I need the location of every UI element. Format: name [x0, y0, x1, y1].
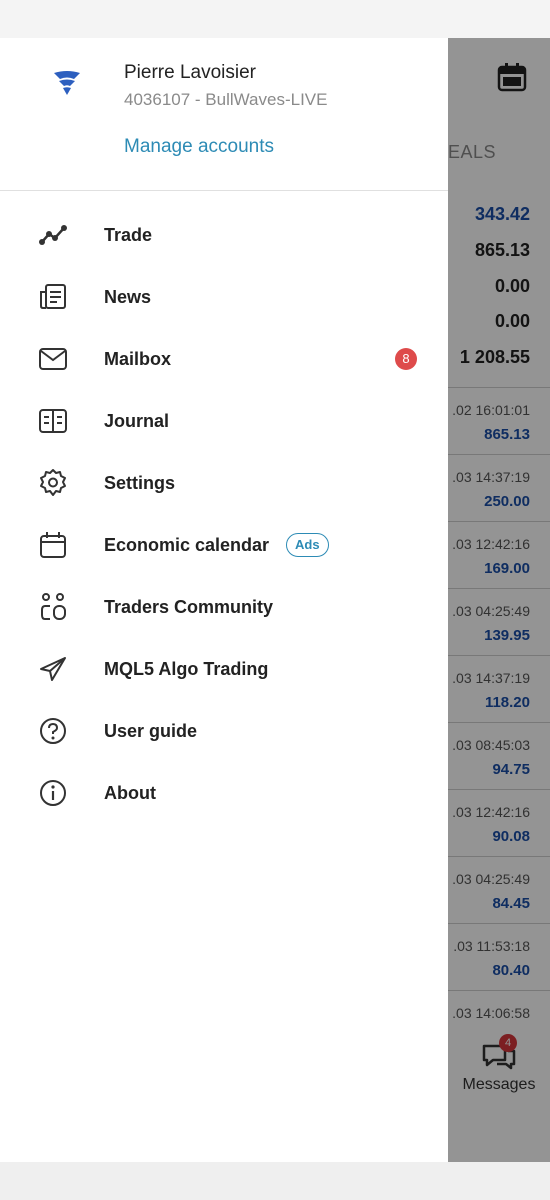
calendar-icon	[38, 530, 68, 560]
deal-time: .03 04:25:49	[452, 603, 530, 619]
divider	[448, 923, 550, 924]
deal-value: 250.00	[484, 493, 530, 510]
unread-badge: 8	[395, 348, 417, 370]
calendar-toolbar-icon[interactable]	[497, 62, 527, 92]
trade-chart-icon	[38, 220, 68, 250]
deal-value: 80.40	[492, 962, 530, 979]
summary-value: 0.00	[494, 276, 530, 296]
messages-icon: 4	[481, 1034, 517, 1070]
divider	[448, 454, 550, 455]
account-number: 4036107 - BullWaves-LIVE	[124, 90, 328, 109]
deal-time: .03 14:37:19	[452, 469, 530, 485]
menu-item-mql5-algo-trading[interactable]: MQL5 Algo Trading	[0, 644, 448, 694]
deal-value: 865.13	[484, 426, 530, 443]
menu-item-label: Traders Community	[104, 596, 274, 617]
summary-value: 1 208.55	[459, 347, 530, 367]
messages-badge: 4	[499, 1034, 517, 1052]
menu-item-settings[interactable]: Settings	[0, 458, 448, 508]
status-bar	[0, 0, 550, 38]
divider	[448, 521, 550, 522]
deal-time: .03 12:42:16	[452, 536, 530, 552]
menu-item-user-guide[interactable]: User guide	[0, 706, 448, 756]
menu-item-label: MQL5 Algo Trading	[104, 658, 269, 679]
news-icon	[38, 282, 68, 312]
messages-label: Messages	[462, 1076, 536, 1093]
deal-time: .03 14:06:58	[452, 1005, 530, 1021]
menu-item-label: Journal	[104, 410, 170, 431]
menu-item-label: News	[104, 286, 152, 307]
divider	[448, 588, 550, 589]
info-icon	[38, 778, 68, 808]
deal-time: .03 11:53:18	[453, 938, 530, 954]
divider	[448, 387, 550, 388]
menu-item-journal[interactable]: Journal	[0, 396, 448, 446]
menu-item-about[interactable]: About	[0, 768, 448, 818]
deals-tab[interactable]: EALS	[448, 142, 496, 163]
journal-icon	[38, 406, 68, 436]
divider	[448, 722, 550, 723]
navigation-drawer: Pierre Lavoisier 4036107 - BullWaves-LIV…	[0, 38, 448, 1162]
divider	[448, 789, 550, 790]
deal-time: .03 12:42:16	[452, 804, 530, 820]
menu-item-economic-calendar[interactable]: Economic calendar Ads	[0, 520, 448, 570]
user-name: Pierre Lavoisier	[124, 62, 256, 83]
deal-time: .03 08:45:03	[452, 737, 530, 753]
menu-item-label: Economic calendar	[104, 534, 270, 555]
ads-badge: Ads	[286, 533, 329, 557]
menu-item-label: Trade	[104, 224, 153, 245]
deal-value: 139.95	[484, 627, 530, 644]
summary-value: 865.13	[474, 240, 530, 260]
summary-value: 0.00	[494, 311, 530, 331]
menu-item-label: User guide	[104, 720, 198, 741]
menu-item-label: Mailbox	[104, 348, 172, 369]
manage-accounts-link[interactable]: Manage accounts	[124, 136, 274, 158]
deal-value: 118.20	[484, 694, 530, 711]
send-icon	[38, 654, 68, 684]
broker-logo-icon	[54, 71, 80, 95]
deal-value: 90.08	[492, 828, 530, 845]
deal-time: .02 16:01:01	[452, 402, 530, 418]
menu-item-mailbox[interactable]: Mailbox 8	[0, 334, 448, 384]
deal-time: .03 04:25:49	[452, 871, 530, 887]
menu-item-trade[interactable]: Trade	[0, 210, 448, 260]
menu-item-news[interactable]: News	[0, 272, 448, 322]
menu-item-label: About	[104, 782, 156, 803]
system-navigation-bar	[0, 1162, 550, 1200]
menu-item-label: Settings	[104, 472, 176, 493]
gear-icon	[38, 468, 68, 498]
summary-value: 343.42	[474, 204, 530, 224]
deal-value: 84.45	[492, 895, 530, 912]
mail-icon	[38, 344, 68, 374]
community-icon	[38, 592, 68, 622]
divider	[448, 990, 550, 991]
divider	[448, 655, 550, 656]
deal-value: 169.00	[484, 560, 530, 577]
divider	[448, 856, 550, 857]
divider	[0, 190, 448, 191]
deal-value: 94.75	[492, 761, 530, 778]
menu-item-traders-community[interactable]: Traders Community	[0, 582, 448, 632]
help-icon	[38, 716, 68, 746]
messages-tab[interactable]: 4 Messages	[448, 1034, 550, 1094]
deal-time: .03 14:37:19	[452, 670, 530, 686]
